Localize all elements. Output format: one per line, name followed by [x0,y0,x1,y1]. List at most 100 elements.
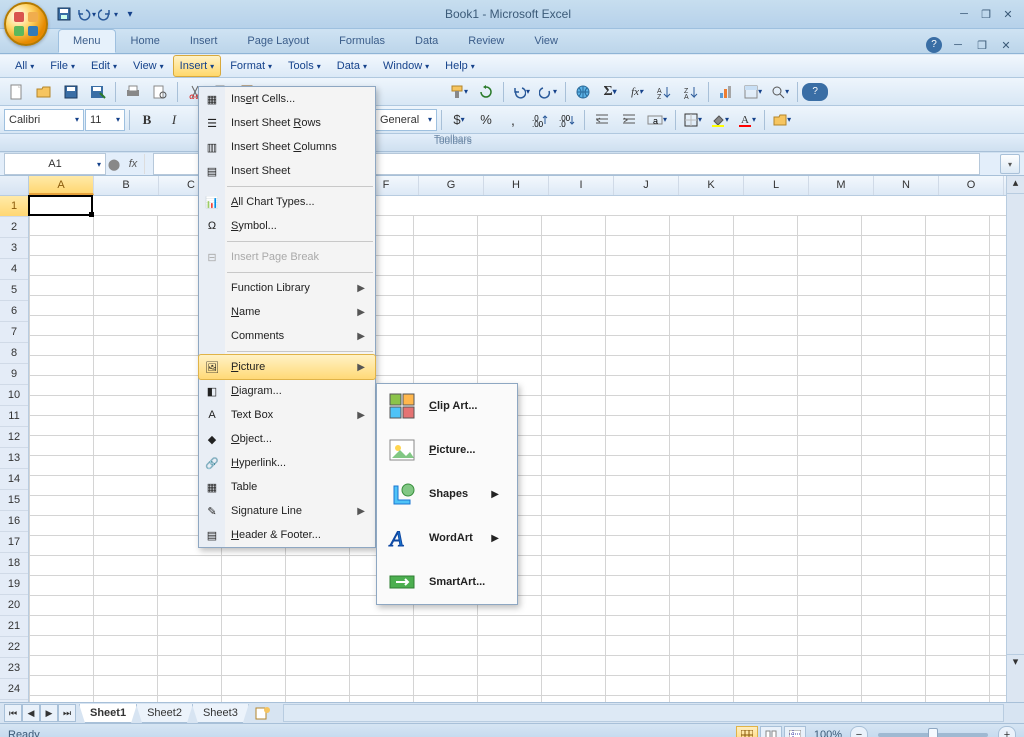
ribbon-tab-page-layout[interactable]: Page Layout [232,29,324,53]
ribbon-tab-data[interactable]: Data [400,29,453,53]
menu-file[interactable]: File ▾ [43,55,82,77]
sort-desc-button[interactable]: ZA [678,80,704,104]
submenu-item-wordart[interactable]: AWordArt▶ [377,516,517,560]
row-header[interactable]: 17 [0,532,28,553]
submenu-item-shapes[interactable]: Shapes▶ [377,472,517,516]
column-header[interactable]: J [614,176,679,195]
row-header[interactable]: 12 [0,427,28,448]
zoom-label[interactable]: 100% [814,729,842,737]
vertical-scrollbar[interactable]: ▴ ▾ [1006,176,1024,702]
row-header[interactable]: 9 [0,364,28,385]
name-box[interactable]: A1▾ [4,153,106,175]
open-button[interactable] [31,80,57,104]
office-button[interactable] [4,2,48,46]
pivot-button[interactable]: ▾ [740,80,766,104]
font-color-button[interactable]: A▾ [734,108,760,132]
ribbon-tab-home[interactable]: Home [116,29,175,53]
decrease-decimal-button[interactable]: .00.0 [554,108,580,132]
font-size-combo[interactable]: 11▾ [85,109,125,131]
menu-item-diagram[interactable]: ◧Diagram... [199,379,375,403]
ribbon-tab-formulas[interactable]: Formulas [324,29,400,53]
fx-icon[interactable]: fx [122,154,145,174]
sheet-nav-last[interactable]: ⏭ [58,704,76,722]
row-header[interactable]: 18 [0,553,28,574]
column-header[interactable]: O [939,176,1004,195]
sort-asc-button[interactable]: AZ [651,80,677,104]
submenu-item-clip-art[interactable]: Clip Art... [377,384,517,428]
zoom-slider[interactable] [878,733,988,737]
column-header[interactable]: G [419,176,484,195]
column-header[interactable]: A [29,176,94,195]
italic-button[interactable]: I [161,108,187,132]
select-all-button[interactable] [0,176,28,196]
sheet-nav-first[interactable]: ⏮ [4,704,22,722]
zoom-handle[interactable] [928,728,938,737]
menu-item-all-chart-types[interactable]: 📊All Chart Types... [199,190,375,214]
submenu-item-picture[interactable]: Picture... [377,428,517,472]
menu-item-insert-sheet[interactable]: ▤Insert Sheet [199,159,375,183]
normal-view-button[interactable] [736,726,758,737]
column-header[interactable]: I [549,176,614,195]
menu-item-table[interactable]: ▦Table [199,475,375,499]
column-header[interactable]: H [484,176,549,195]
sheet-tab[interactable]: Sheet2 [136,704,193,723]
ribbon-tab-view[interactable]: View [519,29,573,53]
menu-data[interactable]: Data ▾ [330,55,374,77]
row-header[interactable]: 5 [0,280,28,301]
doc-minimize-button[interactable]: ─ [950,38,966,52]
hyperlink-button[interactable] [570,80,596,104]
doc-restore-button[interactable]: ❐ [974,38,990,52]
ribbon-tab-insert[interactable]: Insert [175,29,233,53]
undo-button-tb[interactable]: ▾ [508,80,534,104]
zoom-in-button[interactable]: + [998,726,1016,737]
zoom-button[interactable]: ▾ [767,80,793,104]
formula-expand-button[interactable]: ▾ [1000,154,1020,174]
menu-item-text-box[interactable]: AText Box▶ [199,403,375,427]
menu-item-function-library[interactable]: Function Library▶ [199,276,375,300]
increase-indent-button[interactable] [616,108,642,132]
row-header[interactable]: 3 [0,238,28,259]
sheet-tab[interactable]: Sheet3 [192,704,249,723]
new-button[interactable] [4,80,30,104]
ribbon-tab-menu[interactable]: Menu [58,29,116,53]
menu-all[interactable]: All ▾ [8,55,41,77]
function-button[interactable]: fx▾ [624,80,650,104]
minimize-button[interactable]: ─ [956,7,972,21]
currency-button[interactable]: $▾ [446,108,472,132]
menu-item-hyperlink[interactable]: 🔗Hyperlink... [199,451,375,475]
sheet-tab[interactable]: Sheet1 [79,704,137,723]
menu-item-comments[interactable]: Comments▶ [199,324,375,348]
row-header[interactable]: 8 [0,343,28,364]
row-header[interactable]: 2 [0,217,28,238]
print-preview-button[interactable] [147,80,173,104]
number-format-combo[interactable]: General▾ [375,109,437,131]
column-header[interactable]: M [809,176,874,195]
column-header[interactable]: B [94,176,159,195]
menu-format[interactable]: Format ▾ [223,55,279,77]
menu-window[interactable]: Window ▾ [376,55,436,77]
row-header[interactable]: 15 [0,490,28,511]
help-button[interactable]: ? [802,83,828,101]
page-layout-view-button[interactable] [760,726,782,737]
menu-edit[interactable]: Edit ▾ [84,55,124,77]
page-break-view-button[interactable] [784,726,806,737]
menu-item-insert-sheet-rows[interactable]: ☰Insert Sheet Rows [199,111,375,135]
row-header[interactable]: 1 [0,196,28,217]
menu-help[interactable]: Help ▾ [438,55,482,77]
menu-view[interactable]: View ▾ [126,55,171,77]
cell-styles-button[interactable]: ▾ [769,108,795,132]
font-name-combo[interactable]: Calibri▾ [4,109,84,131]
row-header[interactable]: 16 [0,511,28,532]
format-painter-button[interactable]: ▾ [446,80,472,104]
chart-button[interactable] [713,80,739,104]
ribbon-tab-review[interactable]: Review [453,29,519,53]
active-cell[interactable] [28,195,93,216]
doc-close-button[interactable]: ✕ [998,38,1014,52]
row-header[interactable]: 19 [0,574,28,595]
menu-tools[interactable]: Tools ▾ [281,55,328,77]
restore-button[interactable]: ❐ [978,7,994,21]
print-button[interactable] [120,80,146,104]
row-header[interactable]: 4 [0,259,28,280]
menu-item-header-footer[interactable]: ▤Header & Footer... [199,523,375,547]
percent-button[interactable]: % [473,108,499,132]
